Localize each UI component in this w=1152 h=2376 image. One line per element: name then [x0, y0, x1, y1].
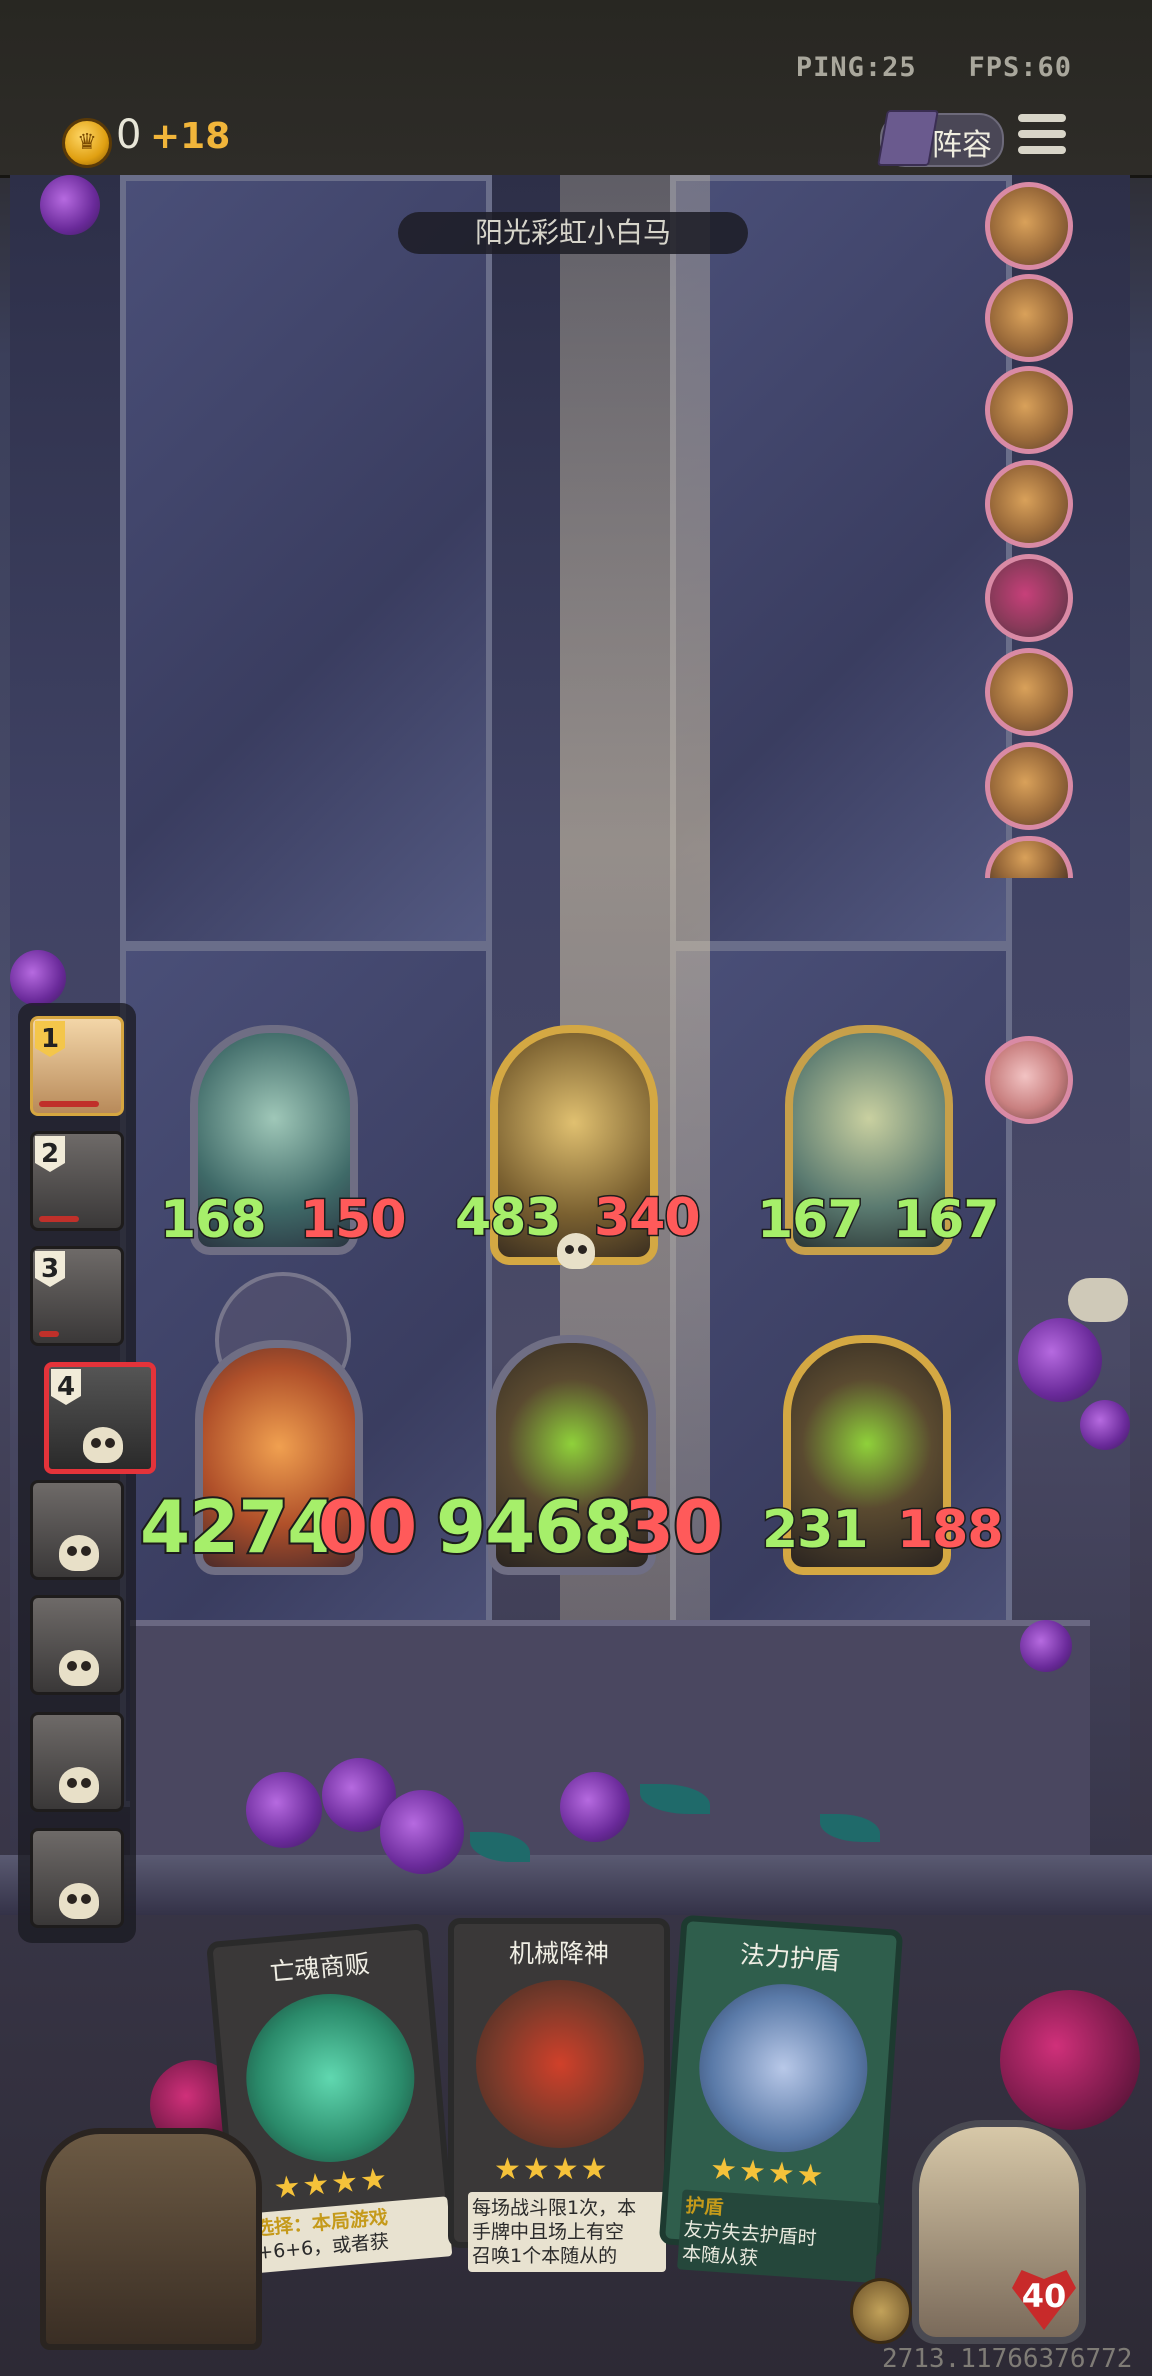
window-pane: [670, 175, 1012, 947]
queue-minion-portrait[interactable]: [985, 460, 1073, 548]
rose-decoration: [40, 175, 100, 235]
rose-decoration: [10, 950, 66, 1006]
queue-minion-portrait[interactable]: [985, 366, 1073, 454]
card-stars: ★★★★: [494, 2152, 610, 2187]
card-description: 选择：本局游戏 +6+6，或者获: [249, 2196, 453, 2274]
rose-decoration: [1020, 1620, 1072, 1672]
health-bar: [39, 1331, 59, 1337]
minion-health: 167: [892, 1189, 1002, 1252]
rose-decoration: [246, 1772, 322, 1848]
minion-attack: 231: [761, 1499, 871, 1562]
rose-decoration: [1018, 1318, 1102, 1402]
minion-attack: 167: [756, 1189, 866, 1252]
minion-attack: 4274: [138, 1483, 339, 1571]
rank-badge: 1: [35, 1021, 65, 1057]
skull-icon: [59, 1883, 99, 1919]
gold-bonus: +18: [150, 116, 231, 157]
skull-icon: [83, 1427, 123, 1463]
rank-badge: 2: [35, 1136, 65, 1172]
rose-decoration: [1080, 1400, 1130, 1450]
ping-text: PING:25: [795, 52, 917, 83]
minion-health: 150: [299, 1189, 409, 1252]
skull-icon: [59, 1650, 99, 1686]
card-stars: ★★★★: [708, 2151, 827, 2195]
player-slot-eliminated[interactable]: [30, 1712, 124, 1812]
minion-health: 00: [316, 1483, 419, 1571]
card-desc-line: 护盾: [684, 2194, 725, 2220]
skull-icon: [59, 1767, 99, 1803]
queue-minion-portrait[interactable]: [985, 554, 1073, 642]
card-art: [693, 1978, 873, 2158]
rose-decoration: [1000, 1990, 1140, 2130]
queue-minion-portrait[interactable]: [985, 648, 1073, 736]
queue-minion-portrait[interactable]: [985, 274, 1073, 362]
upgrade-icon[interactable]: [850, 2278, 912, 2344]
player-slot[interactable]: 2: [30, 1131, 124, 1231]
minion-health: 188: [896, 1499, 1006, 1562]
coin-icon: ♛: [62, 118, 112, 168]
card-desc-line: 本随从获: [681, 2242, 759, 2270]
rank-badge: 4: [51, 1369, 81, 1405]
opponent-name: 阳光彩虹小白马: [398, 212, 748, 254]
card-title: 法力护盾: [739, 1939, 841, 1976]
player-slot-eliminated[interactable]: [30, 1480, 124, 1580]
tavern-button[interactable]: [40, 2128, 262, 2350]
player-slot-eliminated[interactable]: [30, 1595, 124, 1695]
health-bar: [39, 1101, 99, 1107]
window-pane: [120, 175, 492, 947]
skull-icon: [557, 1233, 595, 1269]
hero-health: 40: [1021, 2277, 1067, 2315]
skull-icon: [59, 1535, 99, 1571]
hand-card[interactable]: 机械降神 ★★★★ 每场战斗限1次，本 手牌中且场上有空 召唤1个本随从的: [448, 1918, 670, 2272]
queue-minion-portrait[interactable]: [985, 182, 1073, 270]
queue-minion-portrait[interactable]: [985, 742, 1073, 830]
card-desc-line: 手牌中且场上有空: [472, 2221, 625, 2243]
card-description: 护盾 友方失去护盾时 本随从获: [677, 2189, 881, 2284]
player-slot-eliminated[interactable]: [30, 1828, 124, 1928]
player-id: 2713.11766376772: [882, 2344, 1133, 2374]
hand-card[interactable]: 法力护盾 ★★★★ 护盾 友方失去护盾时 本随从获: [658, 1914, 904, 2284]
card-stars: ★★★★: [272, 2161, 391, 2207]
floor-ledge: [0, 1855, 1152, 1915]
card-desc-line: 每场战斗限1次，本: [472, 2197, 637, 2219]
card-art: [239, 1986, 422, 2169]
minion-attack: 168: [159, 1189, 269, 1252]
minion-attack: 483: [454, 1187, 564, 1250]
lineup-label: 阵容: [932, 128, 992, 163]
card-title: 亡魂商贩: [268, 1949, 371, 1987]
light-beam: [560, 175, 710, 1855]
player-slot[interactable]: 1: [30, 1016, 124, 1116]
card-desc-line: 召唤1个本随从的: [472, 2245, 618, 2267]
player-slot[interactable]: 3: [30, 1246, 124, 1346]
rose-decoration: [560, 1772, 630, 1842]
minion-attack: 9468: [434, 1483, 635, 1571]
rank-badge: 3: [35, 1251, 65, 1287]
chat-icon[interactable]: [1068, 1278, 1128, 1322]
menu-icon[interactable]: [1018, 114, 1066, 160]
minion-health: 340: [593, 1187, 703, 1250]
health-bar: [39, 1216, 79, 1222]
player-slot-current[interactable]: 4: [44, 1362, 156, 1474]
minion-health: 30: [622, 1483, 725, 1571]
card-description: 每场战斗限1次，本 手牌中且场上有空 召唤1个本随从的: [468, 2192, 666, 2272]
card-title: 机械降神: [508, 1939, 609, 1968]
book-icon: [877, 110, 939, 166]
trinket-portrait[interactable]: [985, 1036, 1073, 1124]
rose-decoration: [380, 1790, 464, 1874]
network-status: PING:25 FPS:60: [796, 52, 1072, 83]
fps-text: FPS:60: [968, 52, 1072, 83]
gold-count: 0: [116, 112, 142, 158]
card-art: [476, 1980, 644, 2148]
